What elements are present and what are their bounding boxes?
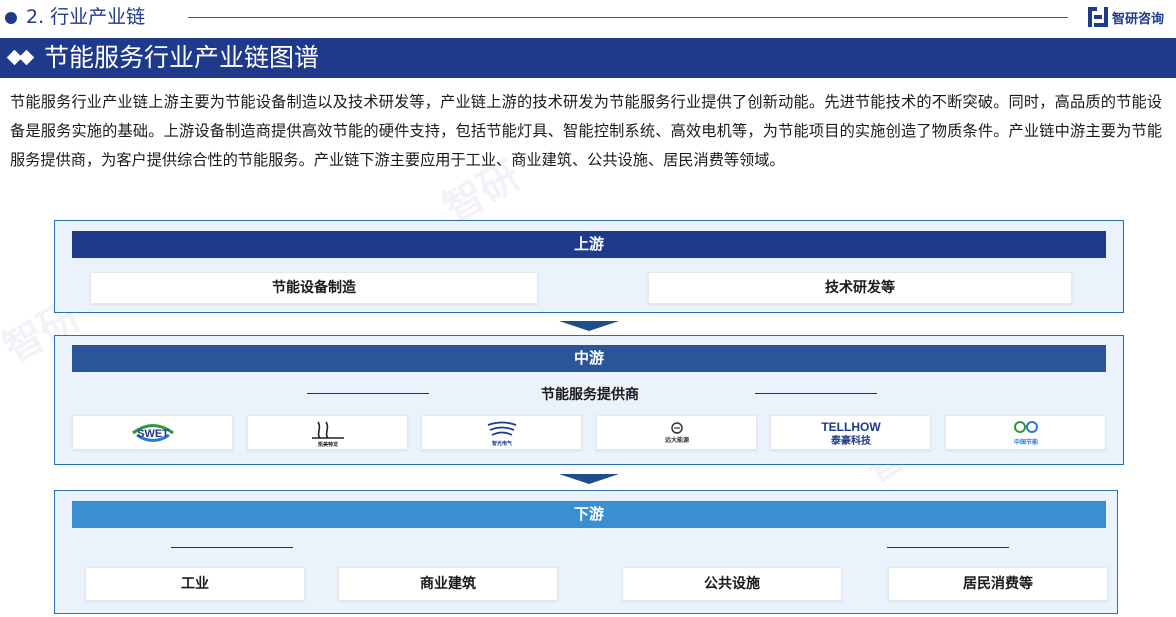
- midstream-header: 中游: [72, 345, 1106, 372]
- cecep-logo-icon: 中国节能: [1013, 420, 1038, 446]
- title-bar: 节能服务行业产业链图谱: [0, 38, 1176, 78]
- diamond-icon: [6, 49, 38, 66]
- company-logo-tellhow: TELLHOW 泰豪科技: [770, 415, 931, 450]
- company-logo-cecep: 中国节能: [945, 415, 1106, 450]
- logo-text: 凯美特龙: [317, 441, 337, 448]
- logo-subtext: 泰豪科技: [830, 434, 872, 447]
- intro-paragraph: 节能服务行业产业链上游主要为节能设备制造以及技术研发等，产业链上游的技术研发为节…: [10, 93, 1162, 169]
- upstream-item: 节能设备制造: [90, 272, 538, 304]
- downstream-item: 居民消费等: [888, 567, 1108, 601]
- upstream-header: 上游: [72, 231, 1106, 258]
- brand-logo-icon: [1088, 7, 1108, 27]
- brand-name: 智研咨询: [1112, 11, 1165, 27]
- logo-text: 远大能源: [664, 436, 688, 444]
- section-header: 2. 行业产业链 智研咨询: [0, 0, 1176, 36]
- swet-logo-icon: SWET: [131, 423, 174, 442]
- divider: [188, 17, 1068, 18]
- bullet-icon: [5, 12, 17, 24]
- downstream-item: 公共设施: [622, 567, 842, 601]
- downstream-header: 下游: [72, 501, 1106, 528]
- page-title: 节能服务行业产业链图谱: [44, 43, 320, 72]
- upstream-item: 技术研发等: [648, 272, 1072, 304]
- brand: 智研咨询: [1088, 5, 1164, 29]
- divider: [171, 547, 293, 548]
- downstream-item: 工业: [85, 567, 305, 601]
- downstream-item: 商业建筑: [338, 567, 558, 601]
- waves-logo-icon: 智光电气: [487, 421, 516, 447]
- company-logo-waves: 智光电气: [421, 415, 582, 450]
- script-logo-icon: 凯美特龙: [311, 421, 344, 448]
- midstream-tier: 中游 节能服务提供商 SWET 凯美特龙 智光电气 远大能源 TELLHOW 泰…: [54, 335, 1124, 465]
- circle-logo-icon: 远大能源: [664, 421, 689, 444]
- company-logo-script: 凯美特龙: [247, 415, 408, 450]
- divider: [307, 393, 429, 394]
- logo-text: 智光电气: [491, 440, 511, 447]
- arrow-down-icon: [559, 474, 619, 484]
- divider: [887, 547, 1009, 548]
- company-logo-swet: SWET: [72, 415, 233, 450]
- logo-text: SWET: [137, 428, 169, 440]
- midstream-subtitle: 节能服务提供商: [541, 387, 639, 403]
- upstream-tier: 上游 节能设备制造 技术研发等: [54, 220, 1124, 313]
- logo-text: TELLHOW: [821, 420, 881, 434]
- arrow-down-icon: [559, 321, 619, 331]
- downstream-tier: 下游 工业 商业建筑 公共设施 居民消费等: [54, 490, 1118, 614]
- logo-text: 中国节能: [1013, 438, 1037, 446]
- tellhow-logo-icon: TELLHOW 泰豪科技: [821, 420, 881, 447]
- section-title: 2. 行业产业链: [26, 6, 146, 28]
- company-logo-circle: 远大能源: [596, 415, 757, 450]
- divider: [755, 393, 877, 394]
